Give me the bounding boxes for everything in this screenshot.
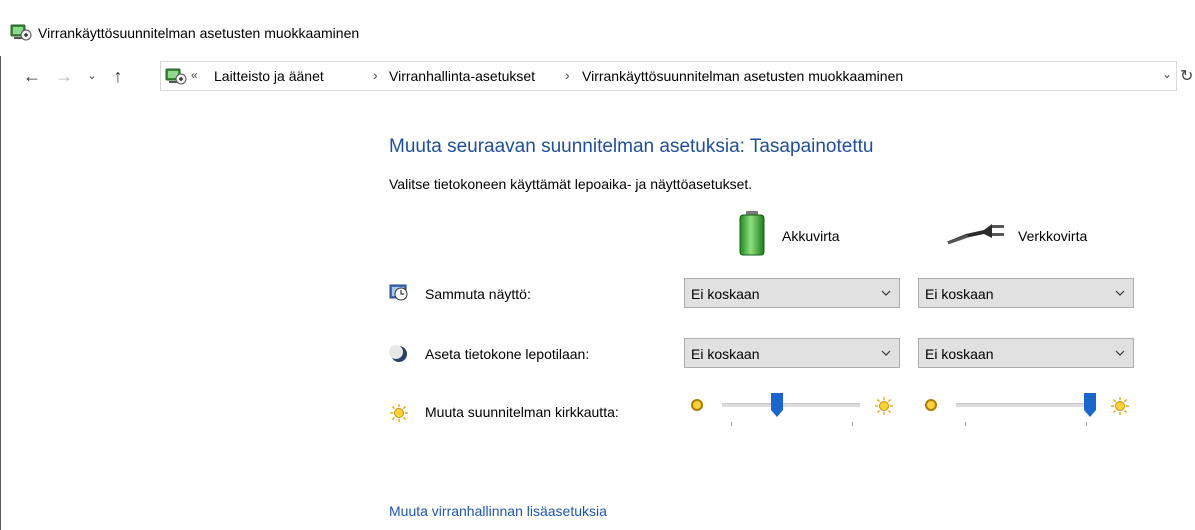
sleep-moon-icon — [389, 345, 407, 362]
slider-track[interactable] — [956, 403, 1094, 407]
sleep-battery-value: Ei koskaan — [691, 346, 760, 362]
slider-tick — [731, 422, 732, 426]
slider-tick — [965, 422, 966, 426]
turn-off-display-label: Sammuta näyttö: — [425, 286, 531, 302]
address-bar[interactable]: « Laitteisto ja äänet › Virranhallinta-a… — [160, 61, 1177, 91]
brightness-sun-icon — [390, 404, 408, 422]
display-plugged-value: Ei koskaan — [925, 286, 994, 302]
breadcrumb-overflow-button[interactable]: « — [191, 68, 198, 82]
column-plugged-label: Verkkovirta — [1018, 228, 1088, 244]
breadcrumb-power-options[interactable]: Virranhallinta-asetukset — [389, 68, 535, 84]
dim-brightness-icon — [691, 399, 703, 411]
brightness-label: Muuta suunnitelman kirkkautta: — [425, 404, 619, 420]
refresh-button[interactable]: ↻ — [1180, 66, 1193, 86]
dim-brightness-icon — [925, 399, 937, 411]
sleep-battery-select[interactable]: Ei koskaan — [684, 338, 900, 368]
sleep-label: Aseta tietokone lepotilaan: — [425, 346, 590, 362]
up-button[interactable]: ↑ — [106, 61, 130, 91]
power-plug-icon — [946, 224, 1004, 245]
display-battery-value: Ei koskaan — [691, 286, 760, 302]
display-plugged-select[interactable]: Ei koskaan — [918, 278, 1134, 308]
breadcrumb-hardware-sound[interactable]: Laitteisto ja äänet — [214, 68, 324, 84]
navigation-bar: ← → ⌄ ↑ « Laitteisto ja äänet › Virranha… — [0, 61, 1195, 91]
chevron-down-icon — [881, 290, 891, 296]
sleep-plugged-select[interactable]: Ei koskaan — [918, 338, 1134, 368]
slider-tick — [852, 422, 853, 426]
window-title: Virrankäyttösuunnitelman asetusten muokk… — [38, 25, 360, 41]
slider-tick — [1086, 422, 1087, 426]
breadcrumb-edit-plan-settings[interactable]: Virrankäyttösuunnitelman asetusten muokk… — [582, 68, 903, 84]
address-dropdown-button[interactable]: ⌄ — [1162, 67, 1172, 81]
power-options-icon — [10, 24, 32, 41]
battery-icon — [739, 211, 765, 256]
chevron-down-icon — [1115, 290, 1125, 296]
breadcrumb-separator[interactable]: › — [565, 67, 570, 83]
page-title: Muuta seuraavan suunnitelman asetuksia: … — [389, 136, 874, 157]
advanced-power-settings-link[interactable]: Muuta virranhallinnan lisäasetuksia — [389, 503, 607, 519]
bright-brightness-icon — [875, 397, 893, 415]
display-battery-select[interactable]: Ei koskaan — [684, 278, 900, 308]
recent-locations-button[interactable]: ⌄ — [84, 61, 100, 91]
title-bar: Virrankäyttösuunnitelman asetusten muokk… — [0, 0, 1195, 56]
forward-button[interactable]: → — [52, 61, 76, 91]
bright-brightness-icon — [1111, 397, 1129, 415]
column-battery-label: Akkuvirta — [782, 228, 840, 244]
chevron-down-icon — [881, 350, 891, 356]
power-options-icon — [165, 68, 187, 85]
slider-track[interactable] — [722, 403, 860, 407]
page-description: Valitse tietokoneen käyttämät lepoaika- … — [389, 176, 753, 192]
chevron-down-icon — [1115, 350, 1125, 356]
monitor-clock-icon — [389, 284, 408, 301]
breadcrumb-separator[interactable]: › — [373, 67, 378, 83]
back-button[interactable]: ← — [20, 61, 44, 91]
sleep-plugged-value: Ei koskaan — [925, 346, 994, 362]
slider-thumb[interactable] — [770, 392, 784, 418]
slider-thumb[interactable] — [1083, 392, 1097, 418]
